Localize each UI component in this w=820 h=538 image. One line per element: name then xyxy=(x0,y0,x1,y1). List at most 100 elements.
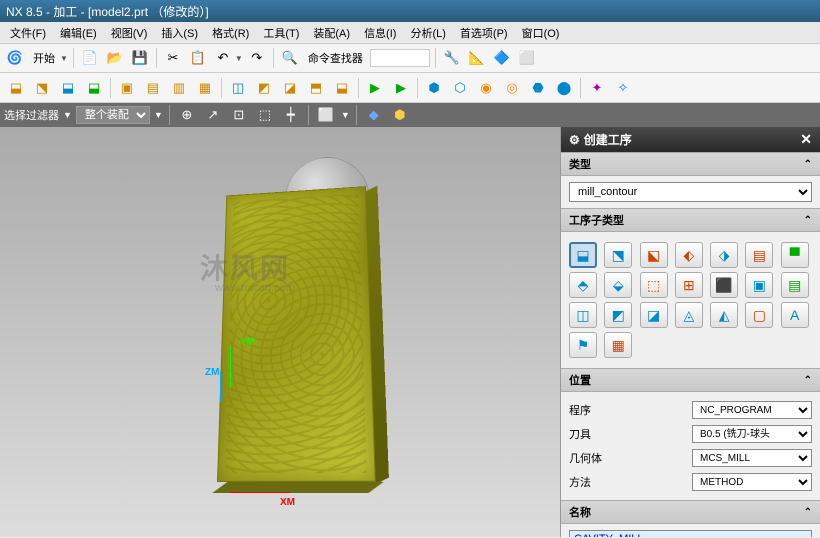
menu-tools[interactable]: 工具(T) xyxy=(257,23,305,43)
cam-icon-9[interactable]: ◫ xyxy=(226,76,250,100)
op-10[interactable]: ⬚ xyxy=(640,272,668,298)
filter-icon-5[interactable]: ┿ xyxy=(280,104,302,126)
cam-icon-2[interactable]: ⬔ xyxy=(30,76,54,100)
op-4[interactable]: ⬖ xyxy=(675,242,703,268)
cut-icon[interactable]: ✂ xyxy=(162,47,184,69)
cam-icon-3[interactable]: ⬓ xyxy=(56,76,80,100)
operation-type-select[interactable]: mill_contour xyxy=(569,182,812,202)
menu-file[interactable]: 文件(F) xyxy=(4,23,52,43)
cam-icon-22[interactable]: ✦ xyxy=(585,76,609,100)
menu-view[interactable]: 视图(V) xyxy=(105,23,154,43)
redo-icon[interactable]: ↷ xyxy=(246,47,268,69)
filter-scope-select[interactable]: 整个装配 xyxy=(76,106,150,124)
new-icon[interactable]: 📄 xyxy=(79,47,101,69)
op-23[interactable]: ▦ xyxy=(604,332,632,358)
menu-assembly[interactable]: 装配(A) xyxy=(307,23,356,43)
menu-edit[interactable]: 编辑(E) xyxy=(54,23,103,43)
op-16[interactable]: ◩ xyxy=(604,302,632,328)
op-20[interactable]: ▢ xyxy=(745,302,773,328)
op-7[interactable]: ▀ xyxy=(781,242,809,268)
cam-icon-12[interactable]: ⬒ xyxy=(304,76,328,100)
section-subtype-header[interactable]: 工序子类型 ⌃ xyxy=(561,208,820,232)
dialog-gear-icon[interactable]: ⚙ xyxy=(569,133,580,147)
cam-icon-7[interactable]: ▥ xyxy=(167,76,191,100)
filter-icon-2[interactable]: ↗ xyxy=(202,104,224,126)
watermark-text: 沐风网 xyxy=(200,247,290,287)
dialog-close-icon[interactable]: ✕ xyxy=(800,131,812,148)
filter-icon-8[interactable]: ⬢ xyxy=(389,104,411,126)
section-name-header[interactable]: 名称 ⌃ xyxy=(561,500,820,524)
op-11[interactable]: ⊞ xyxy=(675,272,703,298)
cam-icon-23[interactable]: ✧ xyxy=(611,76,635,100)
op-2[interactable]: ⬔ xyxy=(604,242,632,268)
undo-icon[interactable]: ↶ xyxy=(212,47,234,69)
cam-icon-20[interactable]: ⬣ xyxy=(526,76,550,100)
geometry-select[interactable]: MCS_MILL xyxy=(692,449,812,467)
op-8[interactable]: ⬘ xyxy=(569,272,597,298)
cam-icon-16[interactable]: ⬢ xyxy=(422,76,446,100)
op-22[interactable]: ⚑ xyxy=(569,332,597,358)
open-icon[interactable]: 📂 xyxy=(104,47,126,69)
section-location-header[interactable]: 位置 ⌃ xyxy=(561,368,820,392)
cam-icon-13[interactable]: ⬓ xyxy=(330,76,354,100)
op-17[interactable]: ◪ xyxy=(640,302,668,328)
filter-icon-3[interactable]: ⊡ xyxy=(228,104,250,126)
menu-preferences[interactable]: 首选项(P) xyxy=(454,23,514,43)
collapse-icon: ⌃ xyxy=(804,215,812,226)
tool-select[interactable]: B0.5 (铣刀-球头 xyxy=(692,425,812,443)
filter-icon-6[interactable]: ⬜ xyxy=(315,104,337,126)
cam-icon-18[interactable]: ◉ xyxy=(474,76,498,100)
op-cavity-mill[interactable]: ⬓ xyxy=(569,242,597,268)
cam-icon-1[interactable]: ⬓ xyxy=(4,76,28,100)
menu-insert[interactable]: 插入(S) xyxy=(155,23,204,43)
cam-icon-10[interactable]: ◩ xyxy=(252,76,276,100)
start-button[interactable]: 🌀 xyxy=(4,47,26,69)
section-type-header[interactable]: 类型 ⌃ xyxy=(561,152,820,176)
menu-analysis[interactable]: 分析(L) xyxy=(404,23,451,43)
cam-icon-8[interactable]: ▦ xyxy=(193,76,217,100)
menu-format[interactable]: 格式(R) xyxy=(206,23,255,43)
op-14[interactable]: ▤ xyxy=(781,272,809,298)
op-6[interactable]: ▤ xyxy=(745,242,773,268)
tool-icon-1[interactable]: 🔧 xyxy=(441,47,463,69)
op-21[interactable]: A xyxy=(781,302,809,328)
command-finder-input[interactable] xyxy=(370,49,430,67)
cam-icon-11[interactable]: ◪ xyxy=(278,76,302,100)
cam-icon-15[interactable]: ▶ xyxy=(389,76,413,100)
cam-icon-5[interactable]: ▣ xyxy=(115,76,139,100)
op-13[interactable]: ▣ xyxy=(745,272,773,298)
cam-icon-19[interactable]: ◎ xyxy=(500,76,524,100)
tool-icon-3[interactable]: 🔷 xyxy=(491,47,513,69)
model-part[interactable] xyxy=(217,186,376,482)
op-9[interactable]: ⬙ xyxy=(604,272,632,298)
filter-icon-7[interactable]: ◆ xyxy=(363,104,385,126)
command-finder-icon[interactable]: 🔍 xyxy=(279,47,301,69)
cam-icon-14[interactable]: ▶ xyxy=(363,76,387,100)
start-label[interactable]: 开始 xyxy=(29,50,59,66)
op-18[interactable]: ◬ xyxy=(675,302,703,328)
method-select[interactable]: METHOD xyxy=(692,473,812,491)
save-icon[interactable]: 💾 xyxy=(129,47,151,69)
filter-icon-1[interactable]: ⊕ xyxy=(176,104,198,126)
op-5[interactable]: ⬗ xyxy=(710,242,738,268)
cam-icon-4[interactable]: ⬓ xyxy=(82,76,106,100)
cam-icon-21[interactable]: ⬤ xyxy=(552,76,576,100)
start-dropdown-icon[interactable]: ▼ xyxy=(60,54,68,63)
tool-icon-4[interactable]: ⬜ xyxy=(516,47,538,69)
dialog-titlebar: ⚙ 创建工序 ✕ xyxy=(561,127,820,152)
copy-icon[interactable]: 📋 xyxy=(187,47,209,69)
operation-name-input[interactable] xyxy=(569,530,812,537)
tool-icon-2[interactable]: 📐 xyxy=(466,47,488,69)
menu-info[interactable]: 信息(I) xyxy=(358,23,402,43)
filter-icon-4[interactable]: ⬚ xyxy=(254,104,276,126)
menu-window[interactable]: 窗口(O) xyxy=(516,23,566,43)
menubar: 文件(F) 编辑(E) 视图(V) 插入(S) 格式(R) 工具(T) 装配(A… xyxy=(0,22,820,44)
op-19[interactable]: ◭ xyxy=(710,302,738,328)
program-select[interactable]: NC_PROGRAM xyxy=(692,401,812,419)
op-12[interactable]: ⬛ xyxy=(710,272,738,298)
cam-icon-17[interactable]: ⬡ xyxy=(448,76,472,100)
op-3[interactable]: ⬕ xyxy=(640,242,668,268)
cam-icon-6[interactable]: ▤ xyxy=(141,76,165,100)
viewport-3d[interactable]: YM ZM XM 沐风网 www.mfcad.com xyxy=(0,127,560,537)
op-15[interactable]: ◫ xyxy=(569,302,597,328)
